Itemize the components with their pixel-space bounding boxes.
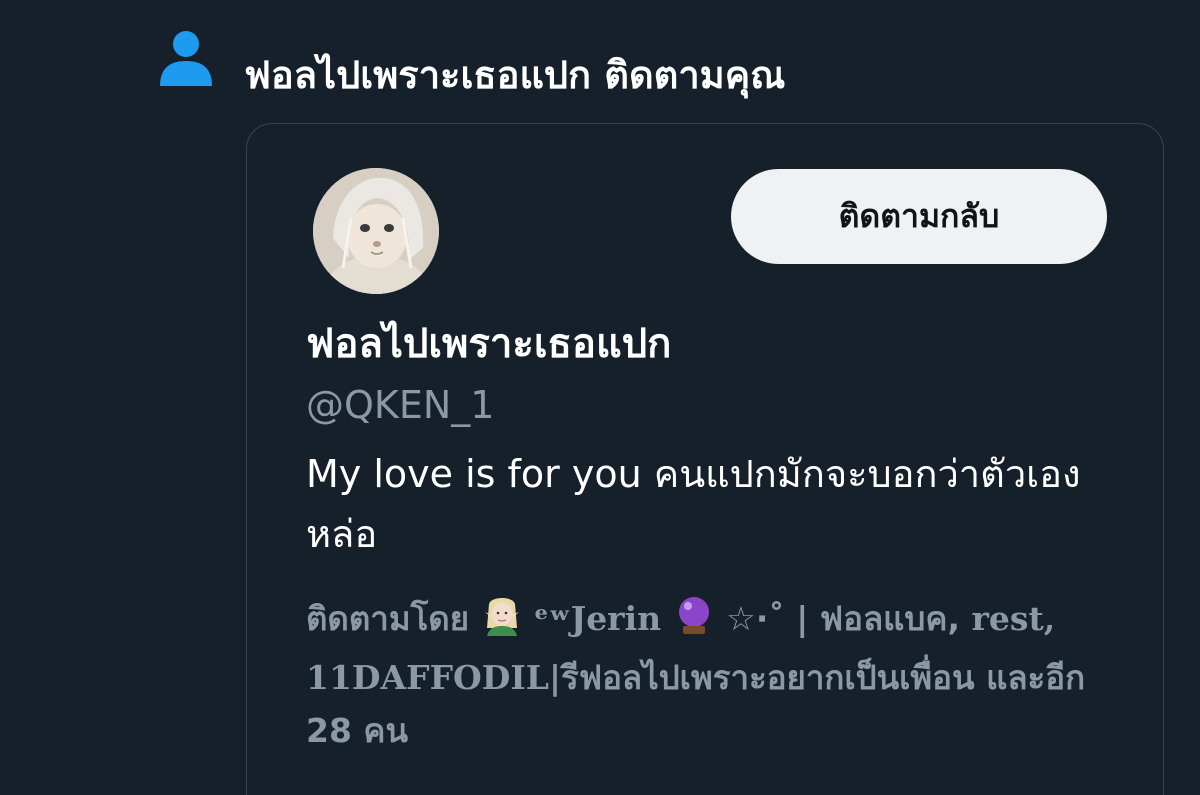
person-icon	[160, 30, 212, 86]
elf-emoji-icon	[481, 594, 523, 651]
avatar[interactable]	[313, 168, 439, 294]
display-name[interactable]: ฟอลไปเพราะเธอแปก	[306, 314, 671, 374]
notification-page: ฟอลไปเพราะเธอแปก ติดตามคุณ ติดตามกลับ ฟอ…	[0, 0, 1200, 795]
notification-text[interactable]: ฟอลไปเพราะเธอแปก ติดตามคุณ	[244, 44, 785, 106]
follow-back-button[interactable]: ติดตามกลับ	[731, 169, 1107, 264]
followed-by-text[interactable]: ติดตามโดย ᵉʷJerin ☆⋅˚ | ฟอลแบค, rest, 11…	[306, 592, 1136, 757]
follower-name: ᵉʷJerin	[534, 599, 662, 638]
crystal-ball-icon	[673, 594, 715, 651]
user-handle[interactable]: @QKEN_1	[306, 376, 494, 434]
user-bio: My love is for you คนแปกมักจะบอกว่าตัวเอ…	[306, 452, 1081, 556]
follower-name-suffix: ☆⋅˚ | ฟอลแบค,	[726, 599, 960, 638]
followed-by-prefix: ติดตามโดย	[306, 599, 470, 638]
